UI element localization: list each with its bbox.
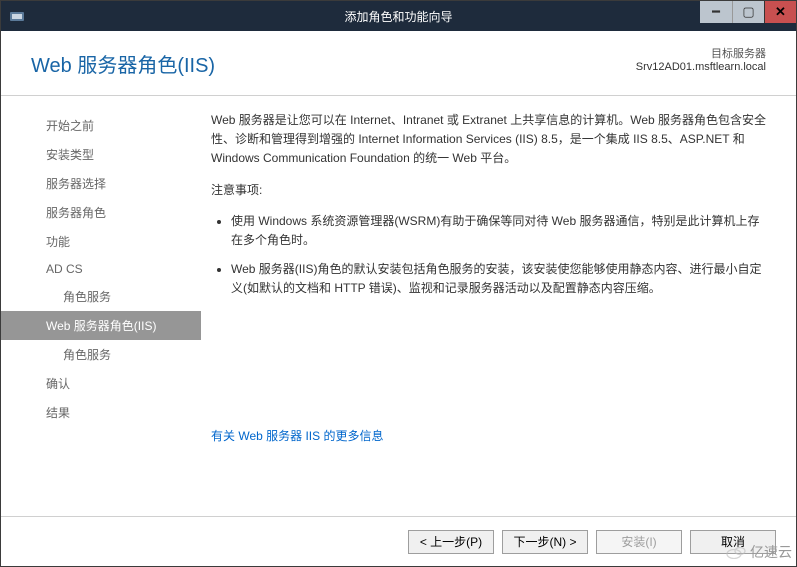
titlebar: 添加角色和功能向导 ━ ▢ ✕ bbox=[1, 1, 796, 31]
sidebar-item-adcs[interactable]: AD CS bbox=[1, 256, 201, 282]
target-server-name: Srv12AD01.msftlearn.local bbox=[636, 61, 766, 73]
sidebar-item-confirmation[interactable]: 确认 bbox=[1, 369, 201, 398]
more-info-link[interactable]: 有关 Web 服务器 IIS 的更多信息 bbox=[211, 427, 383, 446]
footer: < 上一步(P) 下一步(N) > 安装(I) 取消 bbox=[1, 516, 796, 566]
target-server-label: 目标服务器 bbox=[636, 45, 766, 61]
notes-title: 注意事项: bbox=[211, 181, 766, 200]
app-icon bbox=[9, 8, 25, 24]
wizard-window: 添加角色和功能向导 ━ ▢ ✕ Web 服务器角色(IIS) 目标服务器 Srv… bbox=[0, 0, 797, 567]
note-item: 使用 Windows 系统资源管理器(WSRM)有助于确保等同对待 Web 服务… bbox=[231, 212, 766, 250]
sidebar-item-web-server-iis[interactable]: Web 服务器角色(IIS) bbox=[1, 311, 201, 340]
wizard-steps-sidebar: 开始之前 安装类型 服务器选择 服务器角色 功能 AD CS 角色服务 Web … bbox=[1, 96, 201, 516]
page-title: Web 服务器角色(IIS) bbox=[31, 49, 215, 78]
body: 开始之前 安装类型 服务器选择 服务器角色 功能 AD CS 角色服务 Web … bbox=[1, 96, 796, 516]
notes-list: 使用 Windows 系统资源管理器(WSRM)有助于确保等同对待 Web 服务… bbox=[211, 212, 766, 299]
install-button: 安装(I) bbox=[596, 530, 682, 554]
next-button[interactable]: 下一步(N) > bbox=[502, 530, 588, 554]
window-title: 添加角色和功能向导 bbox=[344, 8, 452, 25]
window-controls: ━ ▢ ✕ bbox=[700, 1, 796, 23]
sidebar-item-results[interactable]: 结果 bbox=[1, 398, 201, 427]
sidebar-item-iis-role-services[interactable]: 角色服务 bbox=[1, 340, 201, 369]
previous-button[interactable]: < 上一步(P) bbox=[408, 530, 494, 554]
sidebar-item-server-roles[interactable]: 服务器角色 bbox=[1, 198, 201, 227]
intro-text: Web 服务器是让您可以在 Internet、Intranet 或 Extran… bbox=[211, 111, 766, 169]
content-area: Web 服务器是让您可以在 Internet、Intranet 或 Extran… bbox=[201, 96, 796, 516]
sidebar-item-before-you-begin[interactable]: 开始之前 bbox=[1, 111, 201, 140]
maximize-button[interactable]: ▢ bbox=[732, 1, 764, 23]
watermark: 亿速云 bbox=[726, 542, 792, 562]
target-server-info: 目标服务器 Srv12AD01.msftlearn.local bbox=[636, 45, 766, 73]
sidebar-item-installation-type[interactable]: 安装类型 bbox=[1, 140, 201, 169]
header: Web 服务器角色(IIS) 目标服务器 Srv12AD01.msftlearn… bbox=[1, 31, 796, 96]
watermark-text: 亿速云 bbox=[750, 542, 792, 562]
note-item: Web 服务器(IIS)角色的默认安装包括角色服务的安装，该安装使您能够使用静态… bbox=[231, 260, 766, 298]
sidebar-item-server-selection[interactable]: 服务器选择 bbox=[1, 169, 201, 198]
minimize-button[interactable]: ━ bbox=[700, 1, 732, 23]
sidebar-item-adcs-role-services[interactable]: 角色服务 bbox=[1, 282, 201, 311]
sidebar-item-features[interactable]: 功能 bbox=[1, 227, 201, 256]
close-button[interactable]: ✕ bbox=[764, 1, 796, 23]
